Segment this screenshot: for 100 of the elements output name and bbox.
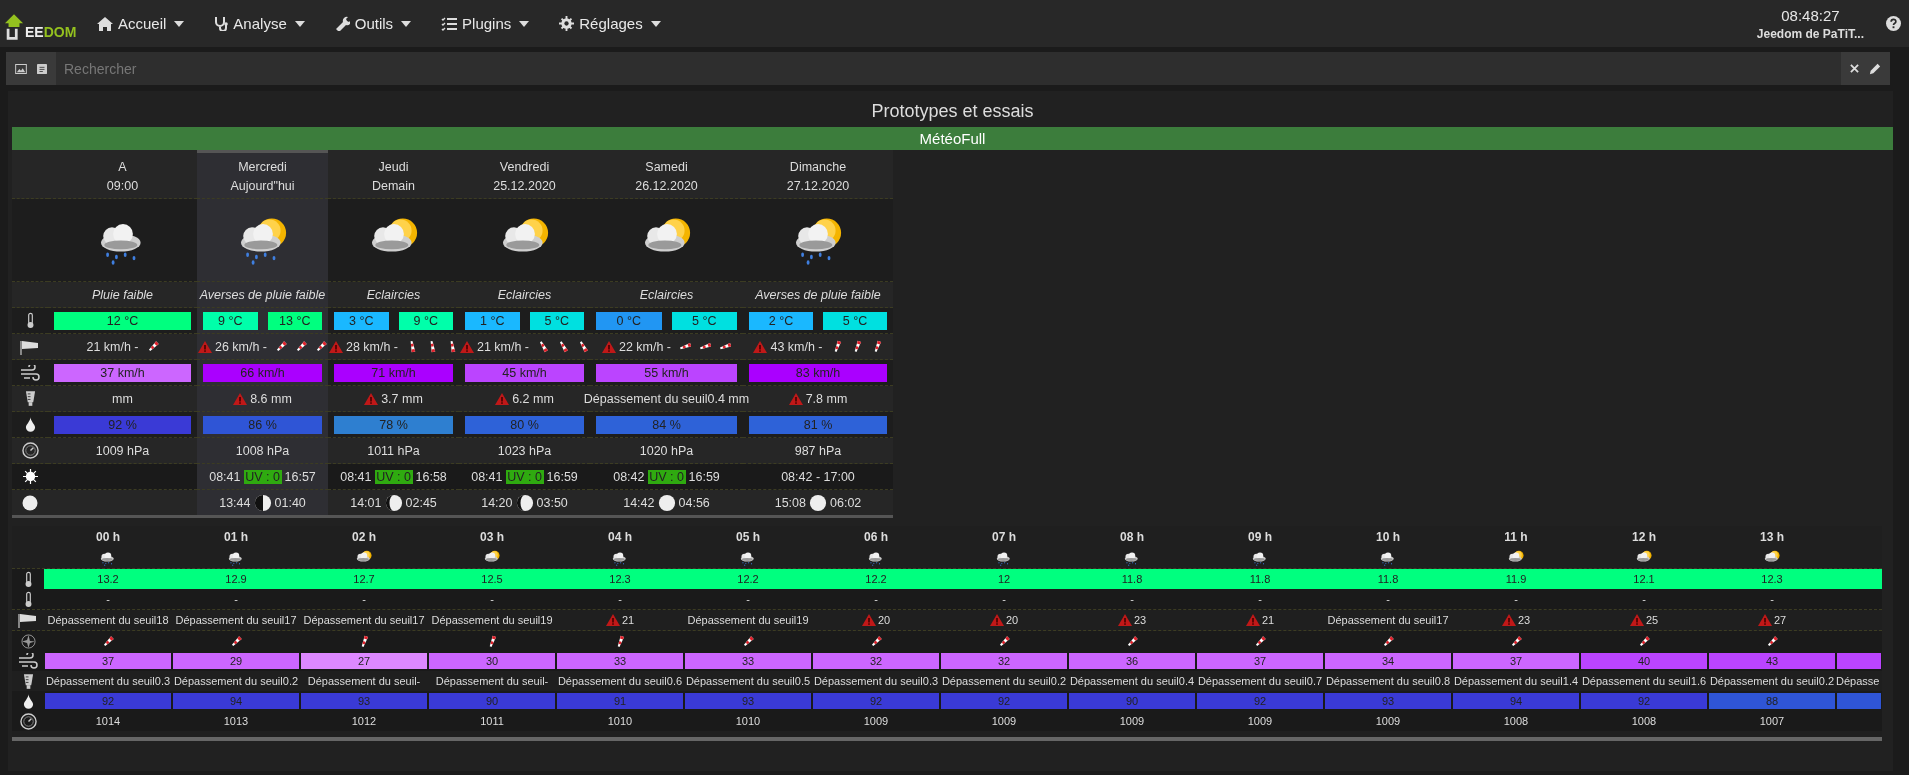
image-icon[interactable]: [15, 63, 27, 74]
sunset-time: 16:59: [688, 469, 720, 484]
temperature-cell: 11.9: [1452, 569, 1580, 589]
clock-time: 08:48:27: [1781, 6, 1840, 24]
moonrise-time: 15:08: [774, 495, 806, 510]
rainfall-value: Dépassement du seuil0.7: [1197, 675, 1323, 687]
scrollbar[interactable]: [12, 737, 1882, 741]
wind-gust-bar: 37: [1197, 653, 1323, 669]
wind-speed: Dépassement du seuil17: [175, 614, 297, 626]
wind-gust-bar: 66 km/h: [203, 363, 322, 382]
moonset-time: 04:56: [678, 495, 710, 510]
pressure-value: 1020 hPa: [639, 443, 694, 458]
barometer-icon: [19, 712, 37, 730]
temperature-value: -: [1514, 593, 1518, 605]
wind-gust-bar: 33: [685, 653, 811, 669]
uv-index-badge: UV : 0: [647, 469, 686, 484]
humidity-bar: 92: [1581, 693, 1707, 709]
wind-speed: 21 km/h -: [86, 339, 139, 354]
temperature-cell: 12.1: [1580, 569, 1708, 589]
moon-icon: [22, 494, 38, 511]
wind-gust-bar: 71 km/h: [334, 363, 453, 382]
nav-menu-item[interactable]: Plugins: [426, 0, 545, 47]
wind-speed: 27: [1773, 614, 1787, 626]
caret-icon: [519, 20, 530, 27]
temperature-cell: 12.2: [684, 569, 812, 589]
pressure-value: 1011: [480, 715, 504, 727]
temperature-cell: 11.8: [1196, 569, 1324, 589]
humidity-bar: 78 %: [334, 415, 453, 434]
rainfall-value: Dépassement du seuil0.2: [173, 675, 299, 687]
home-icon: [97, 16, 113, 31]
search-field[interactable]: Rechercher: [56, 52, 1841, 85]
moonset-time: 06:02: [830, 495, 862, 510]
wind-speed: Dépassement du seuil18: [47, 614, 169, 626]
rainfall-value: Dépassement du seuil0.3: [813, 675, 939, 687]
pressure-value: 1009: [1247, 715, 1273, 727]
humidity-bar: 93: [1325, 693, 1451, 709]
drop-icon: [22, 693, 34, 709]
rainfall-value: Dépassement du seuil-: [307, 675, 421, 687]
humidity-bar: 90: [429, 693, 555, 709]
wind-speed: 22 km/h -: [618, 339, 672, 354]
sunset-time: 16:57: [284, 469, 316, 484]
nav-menu-item[interactable]: Réglages: [544, 0, 676, 47]
temperature-cell: 12.9: [172, 569, 300, 589]
wind-speed: Dépassement du seuil17: [303, 614, 425, 626]
humidity-bar: 80 %: [465, 415, 584, 434]
temperature-value: -: [1770, 593, 1774, 605]
checklist-icon: [441, 16, 458, 31]
rainfall-value: 8.6 mm: [250, 391, 292, 406]
nav-menu-item[interactable]: Accueil: [82, 0, 200, 47]
temperature-value: -: [362, 593, 366, 605]
help-icon[interactable]: [1886, 16, 1901, 31]
wind-speed: 20: [877, 614, 891, 626]
logo-icon: [4, 12, 24, 41]
document-icon[interactable]: [37, 63, 47, 74]
wind-speed: 21: [621, 614, 635, 626]
temperature-value: -: [1002, 593, 1006, 605]
temperature-cell: 12.5: [428, 569, 556, 589]
barometer-icon: [21, 442, 39, 459]
humidity-bar: 93: [685, 693, 811, 709]
temperature-value: -: [1386, 593, 1390, 605]
nav-menu-item[interactable]: Outils: [319, 0, 427, 47]
wind-icon: [20, 364, 40, 381]
temperature-bar: 13 °C: [267, 311, 322, 330]
humidity-bar: 92 %: [54, 415, 191, 434]
rainfall-value: Dépassement du seuil1.4: [1453, 675, 1579, 687]
pressure-value: 1009: [1375, 715, 1401, 727]
hour-label: 02 h: [352, 530, 376, 544]
pressure-value: 1012: [351, 715, 377, 727]
rainfall-value: Dépassement du seuil0.8: [1325, 675, 1451, 687]
rain-gauge-icon: [22, 672, 34, 690]
temperature-bar: 12 °C: [54, 311, 191, 330]
humidity-bar: 92: [45, 693, 171, 709]
wind-speed: 21: [1261, 614, 1275, 626]
wind-gust-bar: 29: [173, 653, 299, 669]
condition-label: Averses de pluie faible: [755, 287, 881, 302]
wind-gust-bar: 83 km/h: [749, 363, 887, 382]
temperature-value: -: [106, 593, 110, 605]
temperature-cell: 11.8: [1068, 569, 1196, 589]
sunset-time: 16:58: [415, 469, 447, 484]
close-icon[interactable]: [1850, 64, 1859, 73]
date-label: Aujourd"hui: [230, 179, 295, 193]
humidity-bar: 93: [301, 693, 427, 709]
day-name: Dimanche: [789, 160, 847, 174]
sunrise-time: 08:41: [471, 469, 503, 484]
wind-gust-bar: 32: [813, 653, 939, 669]
temperature-value: -: [746, 593, 750, 605]
rainfall-value: Dépassement du seuil0.2: [941, 675, 1067, 687]
hour-label: 00 h: [96, 530, 120, 544]
humidity-bar: 92: [941, 693, 1067, 709]
moonset-time: 03:50: [536, 495, 568, 510]
rainfall-value: 3.7 mm: [381, 391, 423, 406]
condition-label: Averses de pluie faible: [199, 287, 326, 302]
moonrise-time: 14:01: [350, 495, 382, 510]
wind-gust-bar: 43: [1709, 653, 1835, 669]
hour-label: 04 h: [608, 530, 632, 544]
rainfall-value: 6.2 mm: [512, 391, 554, 406]
user-name[interactable]: Jeedom de PaTiT...: [1756, 26, 1864, 41]
hour-label: 06 h: [864, 530, 888, 544]
pencil-icon[interactable]: [1869, 62, 1881, 75]
nav-menu-item[interactable]: Analyse: [199, 0, 320, 47]
